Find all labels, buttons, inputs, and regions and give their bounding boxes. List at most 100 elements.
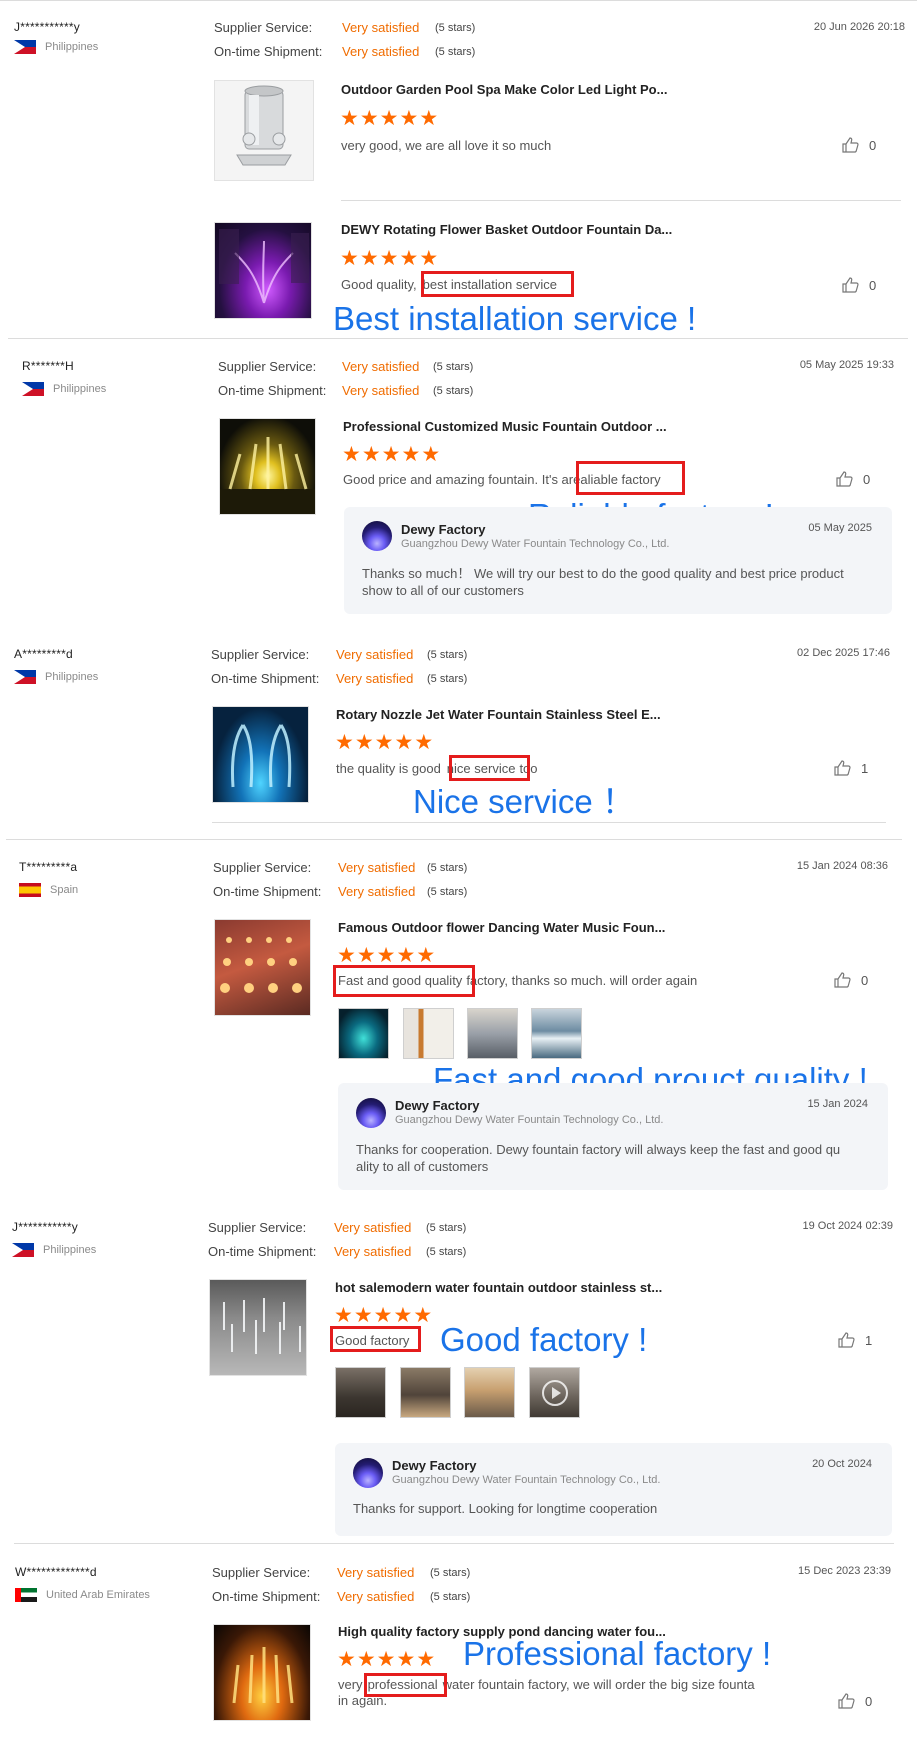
shipment-stars: (5 stars) [435, 46, 476, 58]
star-icon: ★ [356, 1648, 377, 1671]
supplier-service-label: Supplier Service: [218, 359, 317, 374]
like-button[interactable]: 0 [834, 972, 868, 988]
like-count: 1 [865, 1332, 873, 1348]
thumbs-up-icon [836, 471, 853, 487]
star-icon: ★ [396, 1648, 417, 1671]
star-icon: ★ [337, 1648, 357, 1671]
product-thumbnail[interactable] [214, 919, 311, 1016]
like-button[interactable]: 1 [834, 760, 868, 776]
star-icon: ★ [393, 1304, 414, 1327]
reviewer-country: United Arab Emirates [15, 1588, 150, 1602]
product-title[interactable]: Professional Customized Music Fountain O… [343, 419, 667, 434]
shipment-value: Very satisfied [342, 383, 420, 398]
review-photo[interactable] [335, 1367, 386, 1418]
supplier-service-value: Very satisfied [334, 1220, 412, 1235]
product-thumbnail[interactable] [209, 1279, 307, 1376]
star-icon: ★ [337, 944, 357, 967]
review-video[interactable] [529, 1367, 580, 1418]
highlight-box [576, 461, 685, 495]
shipment-row: On-time Shipment: Very satisfied (5 star… [214, 44, 475, 59]
shipment-label: On-time Shipment: [211, 671, 320, 686]
reply-text-line: Thanks so much！ We will try our best to … [362, 566, 844, 581]
uae-flag-icon [15, 1588, 37, 1602]
review-photo[interactable] [338, 1008, 389, 1059]
reply-author: Dewy Factory [395, 1098, 480, 1113]
product-thumbnail[interactable] [212, 706, 309, 803]
rating-stars: ★★★★★ [337, 945, 436, 966]
supplier-service-row: Supplier Service: Very satisfied (5 star… [218, 359, 473, 374]
reply-company: Guangzhou Dewy Water Fountain Technology… [392, 1474, 661, 1486]
like-count: 0 [869, 277, 877, 293]
product-title[interactable]: Outdoor Garden Pool Spa Make Color Led L… [341, 82, 667, 97]
star-icon: ★ [416, 1648, 437, 1671]
review-photo[interactable] [464, 1367, 515, 1418]
thumbs-up-icon [842, 277, 859, 293]
star-icon: ★ [376, 944, 397, 967]
supplier-service-label: Supplier Service: [212, 1565, 311, 1580]
shipment-row: On-time Shipment: Very satisfied (5 star… [212, 1589, 470, 1604]
review-text-suffix: factory, thanks so much. will order agai… [466, 973, 698, 988]
thumbs-up-icon [838, 1693, 855, 1709]
shipment-label: On-time Shipment: [212, 1589, 321, 1604]
product-thumbnail[interactable] [214, 80, 314, 181]
reviewer-country: Philippines [14, 40, 98, 54]
avatar [353, 1458, 383, 1488]
reviewer-name: T*********a [19, 860, 78, 874]
reply-date: 05 May 2025 [808, 522, 872, 534]
review-photo[interactable] [531, 1008, 582, 1059]
star-icon: ★ [354, 731, 375, 754]
supplier-service-value: Very satisfied [337, 1565, 415, 1580]
annotation-callout: Good factory ! [440, 1321, 648, 1358]
like-button[interactable]: 1 [838, 1332, 872, 1348]
product-title[interactable]: Famous Outdoor flower Dancing Water Musi… [338, 920, 665, 935]
like-button[interactable]: 0 [838, 1693, 872, 1709]
product-title[interactable]: Rotary Nozzle Jet Water Fountain Stainle… [336, 707, 661, 722]
review-text-prefix: very [338, 1677, 363, 1692]
supplier-service-label: Supplier Service: [208, 1220, 307, 1235]
review-date: 15 Dec 2023 23:39 [798, 1565, 891, 1577]
like-count: 0 [861, 972, 869, 988]
star-icon: ★ [374, 731, 395, 754]
supplier-service-value: Very satisfied [338, 860, 416, 875]
product-title[interactable]: hot salemodern water fountain outdoor st… [335, 1280, 662, 1295]
reply-text: Thanks for support. Looking for longtime… [353, 1500, 878, 1517]
country-label: Philippines [53, 383, 107, 395]
product-thumbnail[interactable] [213, 1624, 311, 1721]
product-title[interactable]: DEWY Rotating Flower Basket Outdoor Foun… [341, 222, 672, 237]
rating-stars: ★★★★★ [335, 732, 434, 753]
reviewer-name: A*********d [14, 647, 73, 661]
like-button[interactable]: 0 [842, 277, 876, 293]
annotation-callout: Best installation service ! [333, 300, 697, 337]
star-icon: ★ [396, 944, 417, 967]
shipment-stars: (5 stars) [430, 1591, 471, 1603]
supplier-service-stars: (5 stars) [427, 649, 468, 661]
shipment-row: On-time Shipment: Very satisfied (5 star… [213, 884, 467, 899]
shipment-stars: (5 stars) [433, 385, 474, 397]
star-icon: ★ [342, 443, 362, 466]
reviewer-country: Philippines [14, 670, 98, 684]
review-photo[interactable] [467, 1008, 518, 1059]
review-text-prefix: the quality is good [336, 761, 441, 776]
supplier-service-label: Supplier Service: [213, 860, 312, 875]
review-text-prefix: Good price and amazing fountain. It's a [343, 472, 569, 487]
like-button[interactable]: 0 [842, 137, 876, 153]
star-icon: ★ [399, 247, 420, 270]
like-button[interactable]: 0 [836, 471, 870, 487]
thumbs-up-icon [842, 137, 859, 153]
supplier-service-value: Very satisfied [336, 647, 414, 662]
rating-stars: ★★★★★ [337, 1649, 436, 1670]
supplier-service-value: Very satisfied [342, 359, 420, 374]
product-thumbnail[interactable] [219, 418, 316, 515]
review-photo[interactable] [403, 1008, 454, 1059]
shipment-stars: (5 stars) [426, 1246, 467, 1258]
review-text-prefix: Good quality, [341, 277, 417, 292]
reviewer-country: Spain [19, 883, 78, 897]
reply-date: 15 Jan 2024 [807, 1098, 868, 1110]
shipment-label: On-time Shipment: [208, 1244, 317, 1259]
review-photo[interactable] [400, 1367, 451, 1418]
thumbs-up-icon [834, 972, 851, 988]
reviewer-name: J***********y [14, 20, 80, 34]
star-icon: ★ [340, 107, 360, 130]
product-thumbnail[interactable] [214, 222, 312, 319]
reply-text-line: Thanks for support. Looking for longtime… [353, 1501, 658, 1516]
